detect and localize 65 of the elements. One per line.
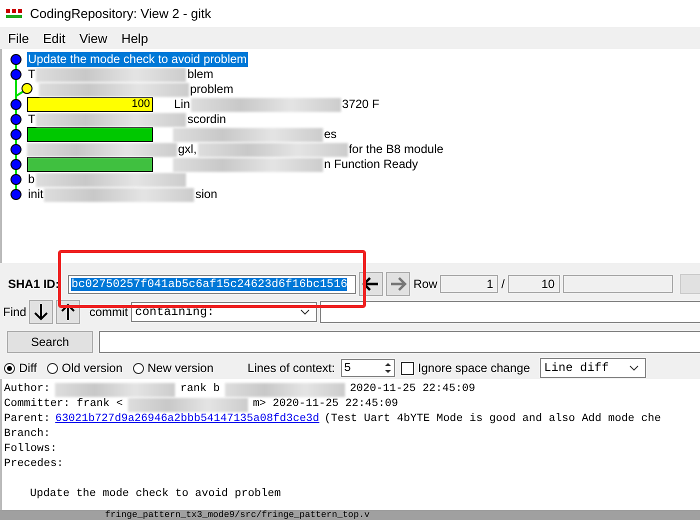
detail-text: m> 2020-11-25 22:45:09 [252, 397, 398, 412]
menu-item[interactable]: File [8, 30, 29, 46]
commit-message[interactable]: init [27, 187, 44, 202]
spin-arrows-icon[interactable] [384, 361, 392, 375]
detail-text: Precedes: [4, 457, 64, 472]
window-title: CodingRepository: View 2 - gitk [30, 6, 212, 21]
diff-type-dropdown[interactable]: Line diff [540, 358, 646, 378]
search-button[interactable]: Search [7, 331, 93, 353]
commit-node-icon [9, 52, 23, 67]
context-label: Lines of context: [248, 361, 335, 375]
commit-node-icon [9, 187, 23, 202]
row-total-field: 10 [508, 275, 560, 293]
commit-message[interactable]: T [27, 67, 36, 82]
commit-node-icon [9, 97, 23, 112]
diff-mode-radio[interactable]: New version [132, 361, 214, 375]
chevron-down-icon[interactable] [300, 309, 310, 315]
detail-text: rank b [180, 382, 220, 397]
menu-item[interactable]: View [79, 30, 108, 46]
ignore-space-checkbox[interactable]: Ignore space change [400, 361, 530, 375]
commit-message[interactable]: T [27, 112, 36, 127]
detail-text: Branch: [4, 427, 50, 442]
detail-text: Committer: frank < [4, 397, 123, 412]
sha1-label: SHA1 ID: [8, 277, 60, 291]
commit-node-icon [9, 67, 23, 82]
commit-message[interactable]: b [27, 172, 36, 187]
commit-message-body: Update the mode check to avoid problem [30, 487, 281, 502]
commit-message[interactable]: Update the mode check to avoid problem [27, 52, 248, 67]
commit-message[interactable]: sion [194, 187, 218, 202]
parent-link[interactable]: 63021b727d9a26946a2bbb54147135a08fd3ce3d [55, 412, 320, 427]
detail-text: 2020-11-25 22:45:09 [350, 382, 476, 397]
menu-item[interactable]: Help [121, 30, 148, 46]
parent-label: Parent: [4, 412, 50, 427]
commit-message[interactable]: for the B8 module [348, 142, 444, 157]
commit-message[interactable]: n Function Ready [323, 157, 420, 172]
file-header-bar: fringe_pattern_tx3_mode9/src/fringe_pattern_top.v [0, 510, 700, 520]
commit-message[interactable]: scordin [186, 112, 228, 127]
commit-node-icon [9, 172, 23, 187]
search-field[interactable] [99, 331, 700, 353]
find-field[interactable] [320, 301, 700, 323]
menu-item[interactable]: Edit [42, 30, 66, 46]
commit-node-icon [9, 112, 23, 127]
parent-summary: (Test Uart 4bYTE Mode is good and also Add mode che [324, 412, 661, 427]
diff-mode-radio[interactable]: Diff [4, 361, 37, 375]
detail-text: Follows: [4, 442, 57, 457]
row-separator: / [501, 277, 505, 291]
row-field: 1 [440, 275, 498, 293]
find-label: Find [3, 305, 26, 319]
chevron-down-icon[interactable] [629, 365, 640, 371]
diff-mode-radio[interactable]: Old version [46, 361, 122, 375]
app-icon [6, 8, 22, 18]
commit-message[interactable]: Lin [173, 97, 192, 112]
commit-message[interactable]: blem [186, 67, 214, 82]
sha1-field[interactable]: bc02750257f041ab5c6af15c24623d6f16bc1516 [68, 274, 356, 294]
tag-label: 100 [27, 97, 153, 112]
commit-message[interactable]: 3720 F [341, 97, 380, 112]
row-label: Row [413, 277, 438, 291]
commit-node-icon [9, 157, 23, 172]
find-type-label: commit [89, 305, 128, 319]
commit-message[interactable]: gxl, [177, 142, 198, 157]
commit-message[interactable]: problem [189, 82, 234, 97]
detail-text: Author: [4, 382, 50, 397]
commit-node-icon [9, 142, 23, 157]
commit-node-icon [9, 127, 23, 142]
context-spinbox[interactable]: 5 [340, 359, 395, 377]
commit-message[interactable]: es [323, 127, 338, 142]
